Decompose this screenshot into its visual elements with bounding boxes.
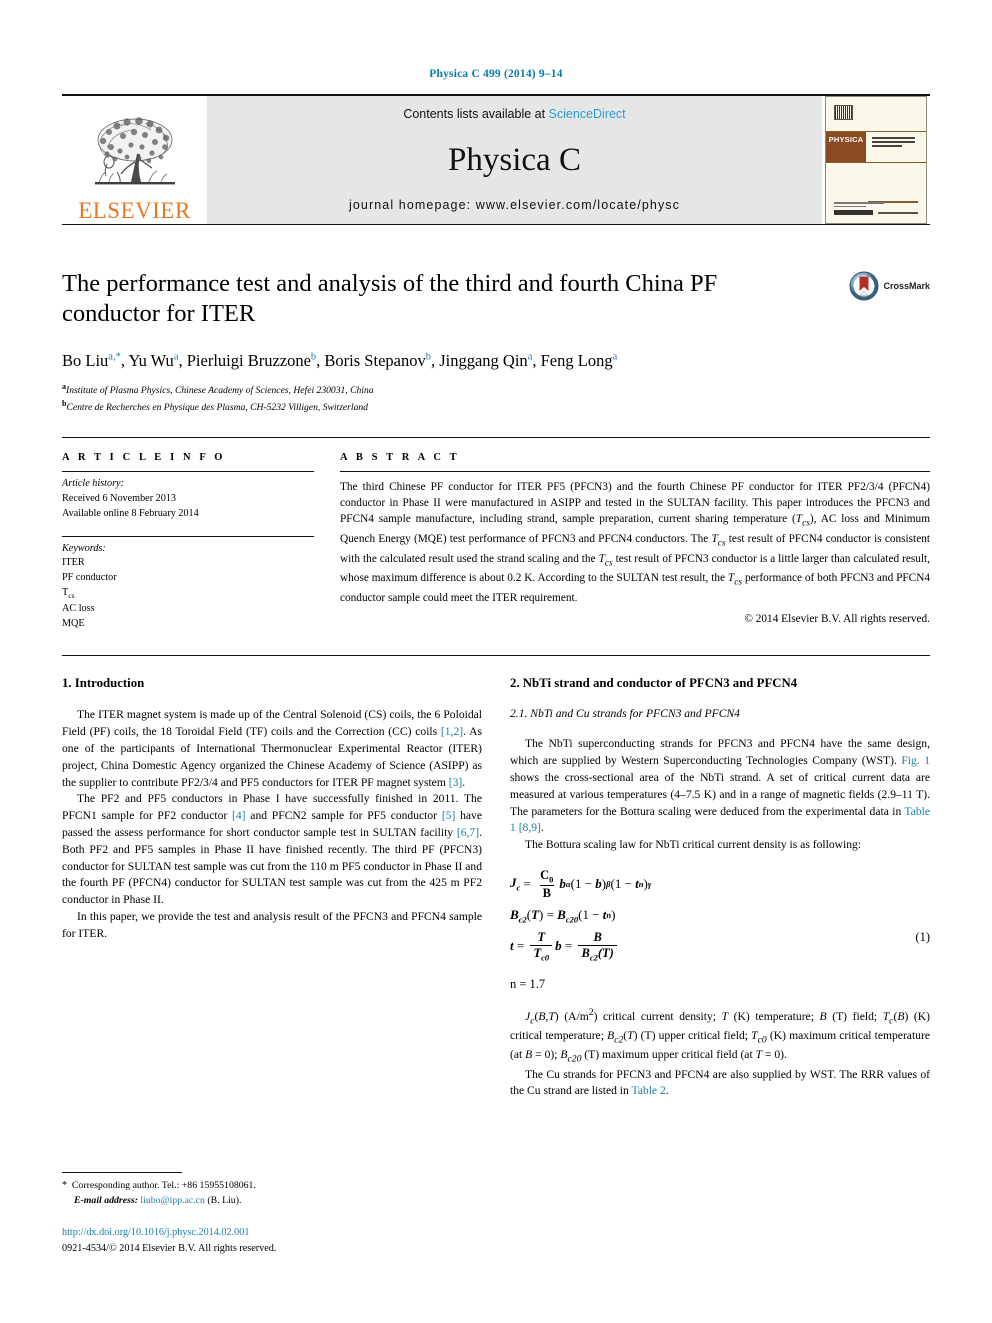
doi-block: http://dx.doi.org/10.1016/j.physc.2014.0… [62,1225,482,1256]
equation-group: Jc = C0 Bb α (1 − b) β (1 − t n) γ Bc2(T) = Bc2… [510,868,930,963]
corresponding-author-line: * Corresponding author. Tel.: +86 159551… [62,1180,256,1191]
keywords-label: Keywords: [62,542,106,554]
affiliation-b-text: Centre de Recherches en Physique des Pla… [66,402,368,414]
footnote-rule [62,1172,182,1173]
affiliation-a-text: Institute of Plasma Physics, Chinese Aca… [66,385,374,397]
keyword-item: PF conductor [62,572,117,584]
journal-cover-thumbnail: PHYSICA [822,96,930,224]
equation-bc2: Bc2(T) = Bc20 (1 − t n) [510,906,616,925]
issn-copyright-line: 0921-4534/© 2014 Elsevier B.V. All right… [62,1242,277,1254]
nomenclature-paragraph: Jc(B,T) (A/m2) critical current density;… [510,1006,930,1065]
paragraph: The Cu strands for PFCN3 and PFCN4 are a… [510,1067,930,1098]
section-heading-nbti: 2. NbTi strand and conductor of PFCN3 an… [510,676,798,691]
footer-area: * Corresponding author. Tel.: +86 159551… [62,1172,482,1256]
keywords-list: ITER PF conductor Tcs AC loss MQE [62,556,314,631]
keyword-item: Tcs [62,586,75,600]
author-list: Bo Liua,*, Yu Wua, Pierluigi Bruzzoneb, … [62,350,618,370]
crossmark-icon [849,271,879,301]
elsevier-logo: ELSEVIER [62,96,207,224]
affiliation-b: bCentre de Recherches en Physique des Pl… [62,398,930,415]
keywords-rule [62,535,314,537]
cover-footer-right [878,212,918,214]
section-heading-introduction: 1. Introduction [62,676,145,691]
cover-image: PHYSICA [825,96,927,224]
keywords-group: Keywords: ITER PF conductor Tcs AC loss … [62,531,314,632]
crossmark-badge[interactable]: CrossMark [849,271,930,301]
paper-page: Physica C 499 (2014) 9–14 ELSEVIER Conte… [0,0,992,1323]
equation-t-b: t = T Tc0 b = B Bc2(T) [510,930,930,963]
article-info-column: A R T I C L E I N F O Article history: R… [62,452,314,631]
corresponding-author-note: * Corresponding author. Tel.: +86 159551… [62,1178,482,1208]
running-head: Physica C 499 (2014) 9–14 [429,68,563,80]
email-label: E-mail address: [74,1194,138,1206]
elsevier-tree-icon [94,117,175,185]
doi-link[interactable]: http://dx.doi.org/10.1016/j.physc.2014.0… [62,1225,482,1240]
masthead-bottom-rule [62,224,930,225]
abstract-heading: A B S T R A C T [340,452,460,464]
email-line: E-mail address: liubo@ipp.ac.cn (B. Liu)… [62,1194,482,1209]
left-column: 1. Introduction The ITER magnet system i… [62,676,482,1166]
info-abstract-section: A R T I C L E I N F O Article history: R… [62,437,930,631]
article-history-label: Article history: [62,478,124,490]
contents-prefix: Contents lists available at [403,107,549,121]
abstract-column: A B S T R A C T The third Chinese PF con… [340,452,930,631]
article-history-online: Available online 8 February 2014 [62,507,199,519]
page-title: The performance test and analysis of the… [62,270,718,327]
equation-n-value: n = 1.7 [510,976,546,991]
barcode-icon [834,105,853,120]
cover-brand-text: PHYSICA [828,135,864,144]
email-suffix: (B. Liu). [207,1194,242,1206]
equation-jc: Jc = C0 Bb α (1 − b) β (1 − t n) γ [510,867,652,901]
sciencedirect-link[interactable]: ScienceDirect [549,107,626,121]
elsevier-wordmark: ELSEVIER [78,198,191,223]
right-column: 2. NbTi strand and conductor of PFCN3 an… [510,676,930,1166]
crossmark-label: CrossMark [883,281,930,291]
affiliation-a: aInstitute of Plasma Physics, Chinese Ac… [62,381,930,398]
paragraph: The ITER magnet system is made up of the… [62,708,482,789]
article-info-heading: A R T I C L E I N F O [62,452,226,464]
body-columns: 1. Introduction The ITER magnet system i… [62,655,930,1166]
email-link[interactable]: liubo@ipp.ac.cn [140,1195,205,1206]
equation-number: (1) [915,929,930,944]
cover-band: PHYSICA [826,131,926,163]
abstract-copyright: © 2014 Elsevier B.V. All rights reserved… [744,612,930,625]
title-block: The performance test and analysis of the… [62,269,930,415]
subsection-heading-strands: 2.1. NbTi and Cu strands for PFCN3 and P… [510,707,740,721]
contents-available-line: Contents lists available at ScienceDirec… [403,107,625,121]
contents-panel: Contents lists available at ScienceDirec… [207,96,822,224]
cover-band-text-lines [866,132,926,162]
paragraph: The NbTi superconducting strands for PFC… [510,737,931,835]
paragraph: The Bottura scaling law for NbTi critica… [525,838,862,852]
article-history-received: Received 6 November 2013 [62,492,177,504]
journal-masthead: ELSEVIER Contents lists available at Sci… [62,94,930,224]
keyword-item: MQE [62,617,85,629]
keyword-item: AC loss [62,602,95,614]
paragraph: The PF2 and PF5 conductors in Phase I ha… [62,792,482,907]
keyword-item: ITER [62,557,85,569]
journal-homepage[interactable]: journal homepage: www.elsevier.com/locat… [349,198,680,212]
abstract-text: The third Chinese PF conductor for ITER … [340,481,931,604]
article-history: Article history: Received 6 November 201… [62,472,314,521]
journal-title: Physica C [448,142,581,178]
cover-brand: PHYSICA [826,132,866,162]
affiliations: aInstitute of Plasma Physics, Chinese Ac… [62,381,930,415]
paragraph: In this paper, we provide the test and a… [62,909,482,940]
